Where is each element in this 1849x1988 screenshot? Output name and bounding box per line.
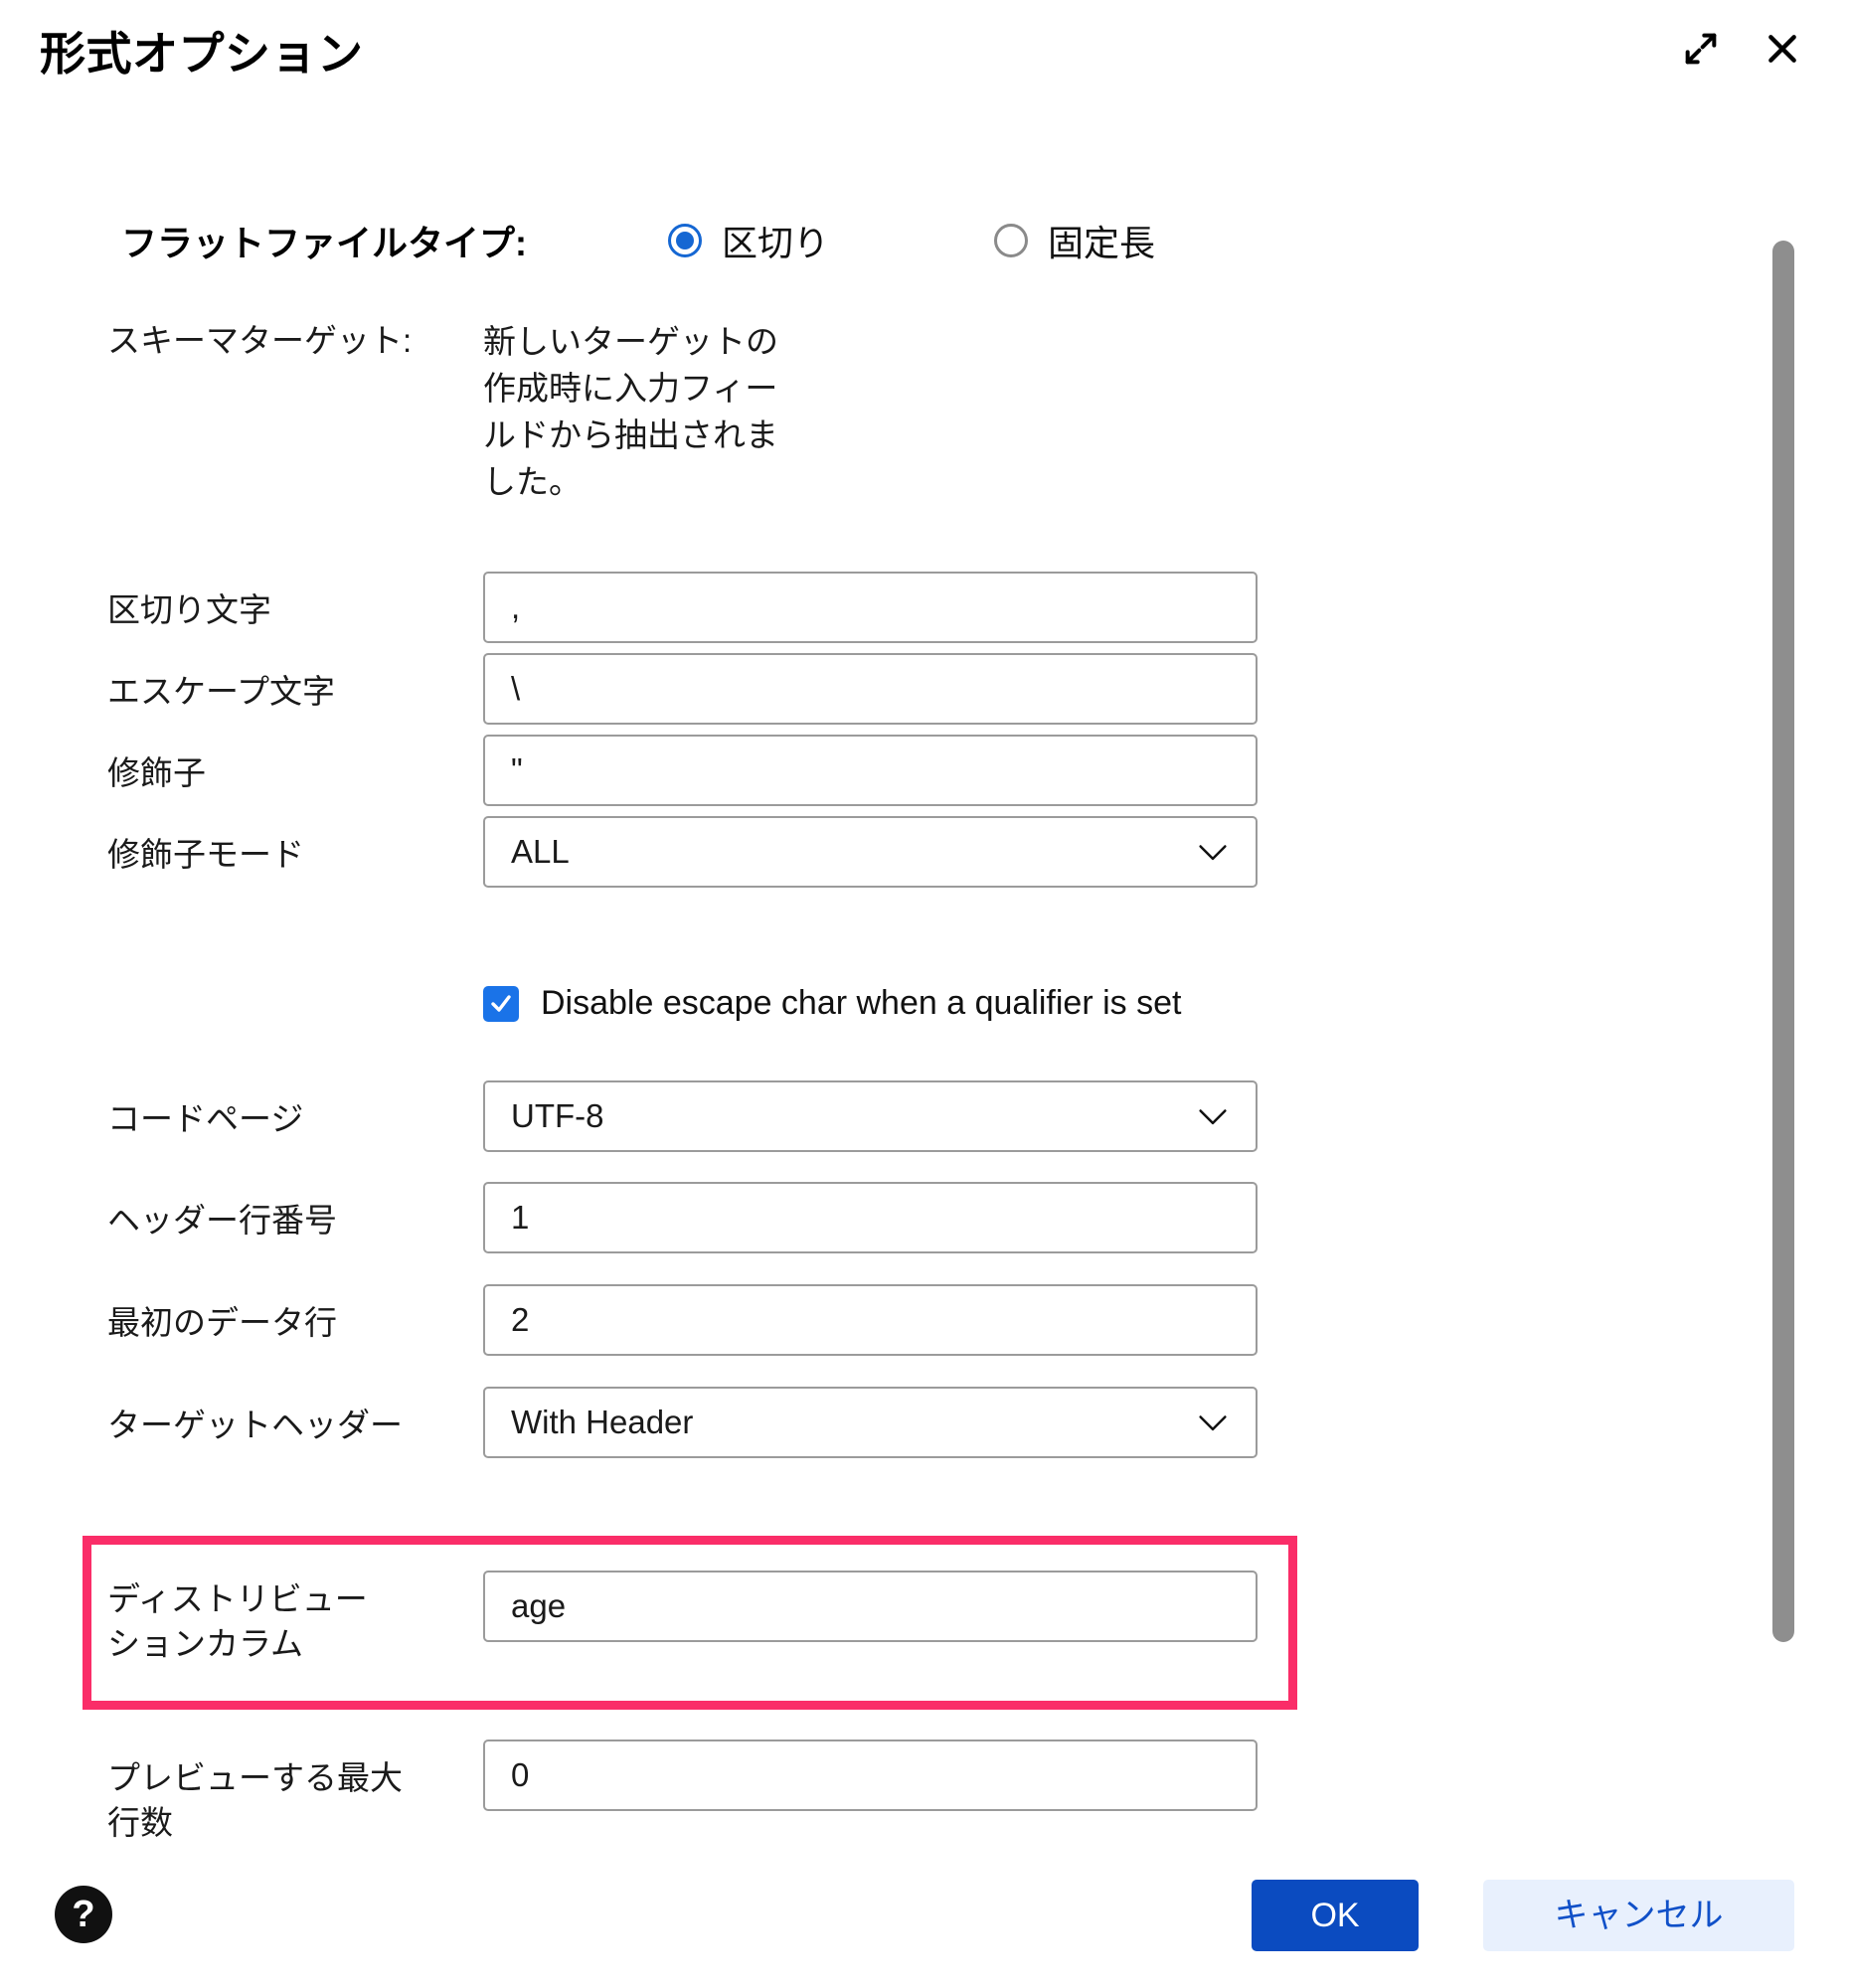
format-options-dialog: 形式オプション フラットファイルタイプ: 区切り 固定長 スキーマターゲット: … xyxy=(0,0,1849,1988)
chevron-down-icon xyxy=(1196,818,1230,886)
scrollbar-thumb[interactable] xyxy=(1772,241,1794,1642)
scrollbar-track[interactable] xyxy=(1772,119,1794,1849)
flat-file-type-label: フラットファイルタイプ: xyxy=(121,223,527,263)
radio-delimited-indicator[interactable] xyxy=(668,224,702,257)
escape-row: エスケープ文字 \ xyxy=(0,653,1789,743)
header-row-number-row: ヘッダー行番号 1 xyxy=(0,1182,1789,1271)
max-preview-rows-input[interactable]: 0 xyxy=(483,1740,1258,1811)
code-page-row: コードページ UTF-8 xyxy=(0,1080,1789,1170)
code-page-value: UTF-8 xyxy=(511,1097,604,1134)
qualifier-label: 修飾子 xyxy=(107,754,206,791)
target-header-label: ターゲットヘッダー xyxy=(107,1407,403,1443)
escape-input[interactable]: \ xyxy=(483,653,1258,725)
radio-delimited-label: 区切り xyxy=(722,223,830,263)
checkbox-indicator[interactable] xyxy=(483,985,519,1022)
qualifier-mode-row: 修飾子モード ALL xyxy=(0,816,1789,906)
help-icon[interactable]: ? xyxy=(55,1886,112,1943)
target-header-row: ターゲットヘッダー With Header xyxy=(0,1387,1789,1506)
schema-target-label: スキーマターゲット: xyxy=(107,322,413,359)
code-page-label: コードページ xyxy=(107,1100,304,1137)
disable-escape-checkbox-label: Disable escape char when a qualifier is … xyxy=(541,984,1182,1022)
dialog-footer: ? OK キャンセル xyxy=(0,1849,1849,1988)
header-row-number-label: ヘッダー行番号 xyxy=(107,1202,337,1239)
first-data-row-label: 最初のデータ行 xyxy=(107,1304,337,1341)
radio-fixed-width-label: 固定長 xyxy=(1048,223,1156,263)
schema-target-row: スキーマターゲット: 新しいターゲットの作成時に入力フィールドから抽出されました… xyxy=(0,318,1789,547)
radio-delimited[interactable]: 区切り xyxy=(668,215,829,266)
flat-file-type-row: フラットファイルタイプ: 区切り 固定長 xyxy=(0,179,1789,268)
expand-diagonal-icon[interactable] xyxy=(1678,26,1724,72)
target-header-value: With Header xyxy=(511,1404,694,1440)
first-data-row-input[interactable]: 2 xyxy=(483,1284,1258,1356)
max-preview-rows-row: プレビューする最大行数 0 xyxy=(0,1740,1789,1849)
radio-fixed-width-indicator[interactable] xyxy=(994,224,1028,257)
dialog-body: フラットファイルタイプ: 区切り 固定長 スキーマターゲット: 新しいターゲット… xyxy=(0,119,1849,1849)
chevron-down-icon xyxy=(1196,1082,1230,1150)
radio-fixed-width[interactable]: 固定長 xyxy=(994,215,1155,266)
max-preview-rows-label: プレビューする最大行数 xyxy=(107,1759,403,1841)
escape-label: エスケープ文字 xyxy=(107,673,336,710)
page-title: 形式オプション xyxy=(40,28,364,80)
chevron-down-icon xyxy=(1196,1389,1230,1456)
qualifier-mode-select[interactable]: ALL xyxy=(483,816,1258,888)
close-icon[interactable] xyxy=(1760,26,1805,72)
distribution-column-input[interactable]: age xyxy=(483,1571,1258,1642)
delimiter-input[interactable]: , xyxy=(483,572,1258,643)
code-page-select[interactable]: UTF-8 xyxy=(483,1080,1258,1152)
header-actions xyxy=(1678,26,1805,72)
qualifier-mode-value: ALL xyxy=(511,833,570,870)
qualifier-input[interactable]: " xyxy=(483,735,1258,806)
qualifier-mode-label: 修飾子モード xyxy=(107,836,304,873)
qualifier-row: 修飾子 " xyxy=(0,735,1789,824)
header-row-number-input[interactable]: 1 xyxy=(483,1182,1258,1253)
schema-target-description: 新しいターゲットの作成時に入力フィールドから抽出されました。 xyxy=(483,323,778,500)
dialog-header: 形式オプション xyxy=(0,0,1849,119)
distribution-column-label: ディストリビューションカラム xyxy=(107,1580,368,1662)
delimiter-label: 区切り文字 xyxy=(107,591,271,628)
delimiter-row: 区切り文字 , xyxy=(0,572,1789,661)
first-data-row-row: 最初のデータ行 2 xyxy=(0,1284,1789,1374)
target-header-select[interactable]: With Header xyxy=(483,1387,1258,1458)
cancel-button[interactable]: キャンセル xyxy=(1483,1880,1794,1951)
disable-escape-checkbox[interactable]: Disable escape char when a qualifier is … xyxy=(483,984,1181,1023)
distribution-column-highlight: ディストリビューションカラム age xyxy=(83,1536,1297,1710)
ok-button[interactable]: OK xyxy=(1252,1880,1419,1951)
